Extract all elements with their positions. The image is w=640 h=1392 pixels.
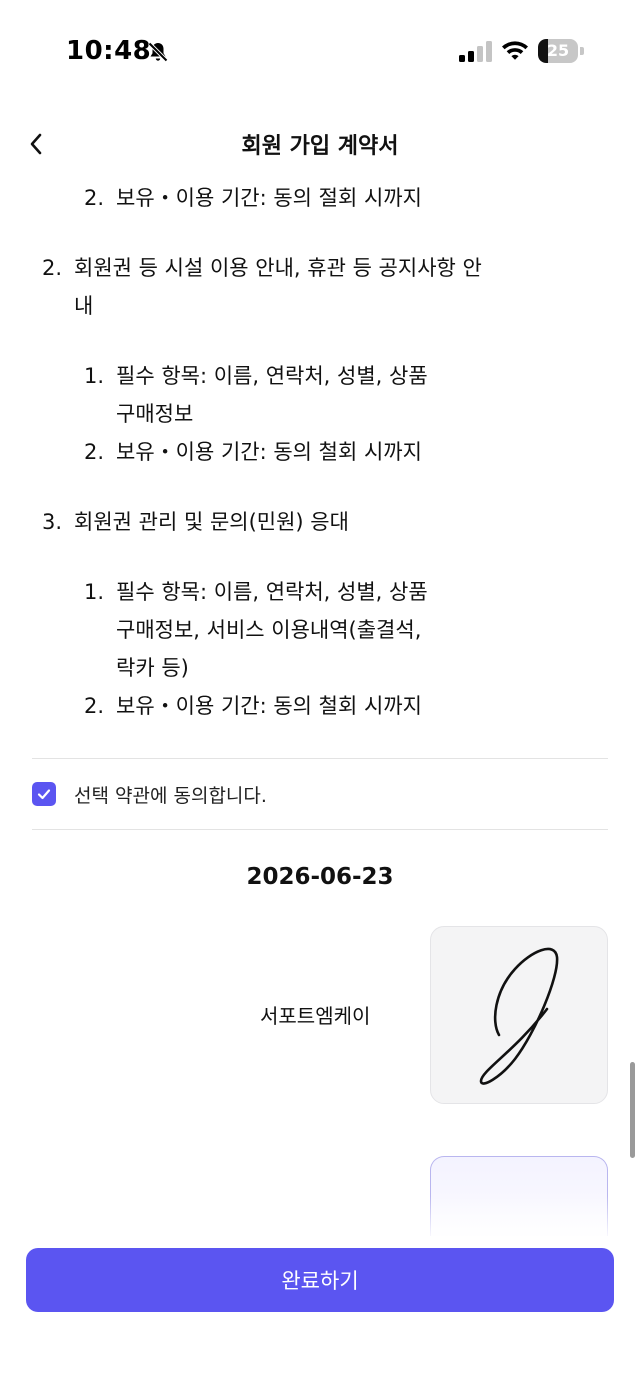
signer-name: 서포트엠케이 xyxy=(260,1004,371,1028)
signature-drawing xyxy=(479,947,559,1085)
agree-label: 선택 약관에 동의합니다. xyxy=(74,784,267,807)
list-item: 회원권 관리 및 문의(민원) 응대 xyxy=(74,510,349,534)
back-button[interactable] xyxy=(20,126,52,162)
contract-date: 2026-06-23 xyxy=(246,864,394,890)
status-time: 10:48 xyxy=(66,36,152,66)
list-item-continued: 구매정보 xyxy=(116,402,194,426)
list-number: 1. xyxy=(84,364,105,388)
list-item: 회원권 등 시설 이용 안내, 휴관 등 공지사항 안 xyxy=(74,256,482,280)
signature-pad[interactable] xyxy=(430,926,608,1104)
list-item: 보유・이용 기간: 동의 철회 시까지 xyxy=(116,440,422,464)
battery-percent: 25 xyxy=(546,41,570,60)
list-number: 3. xyxy=(42,510,63,534)
list-item: 보유・이용 기간: 동의 절회 시까지 xyxy=(116,186,422,210)
list-number: 2. xyxy=(84,440,105,464)
agree-optional-terms[interactable]: 선택 약관에 동의합니다. xyxy=(32,770,608,818)
contract-content[interactable]: 2. 보유・이용 기간: 동의 절회 시까지 2. 회원권 등 시설 이용 안내… xyxy=(0,176,640,1236)
list-item: 필수 항목: 이름, 연락처, 성별, 상품 xyxy=(116,364,428,388)
chevron-left-icon xyxy=(30,133,42,155)
wifi-icon xyxy=(502,41,528,60)
scrollbar[interactable] xyxy=(630,1062,635,1158)
list-number: 2. xyxy=(84,186,105,210)
check-icon xyxy=(37,789,51,800)
list-item: 보유・이용 기간: 동의 철회 시까지 xyxy=(116,694,422,718)
list-item-continued: 내 xyxy=(74,294,94,318)
list-number: 1. xyxy=(84,580,105,604)
divider xyxy=(32,758,608,759)
page-title: 회원 가입 계약서 xyxy=(241,134,399,159)
list-item: 필수 항목: 이름, 연락처, 성별, 상품 xyxy=(116,580,428,604)
status-bar: 10:48 25 xyxy=(0,0,640,104)
complete-button[interactable]: 완료하기 xyxy=(26,1248,614,1312)
bell-slash-icon xyxy=(148,42,168,62)
list-item-continued: 구매정보, 서비스 이용내역(출결석, xyxy=(116,618,422,642)
nav-bar: 회원 가입 계약서 xyxy=(0,112,640,176)
cellular-signal-icon xyxy=(459,41,492,62)
list-number: 2. xyxy=(42,256,63,280)
list-item-continued: 락카 등) xyxy=(116,656,189,680)
divider xyxy=(32,829,608,830)
list-number: 2. xyxy=(84,694,105,718)
agree-checkbox[interactable] xyxy=(32,782,56,806)
scroll-fade xyxy=(0,1196,640,1246)
battery-indicator: 25 xyxy=(538,39,584,63)
